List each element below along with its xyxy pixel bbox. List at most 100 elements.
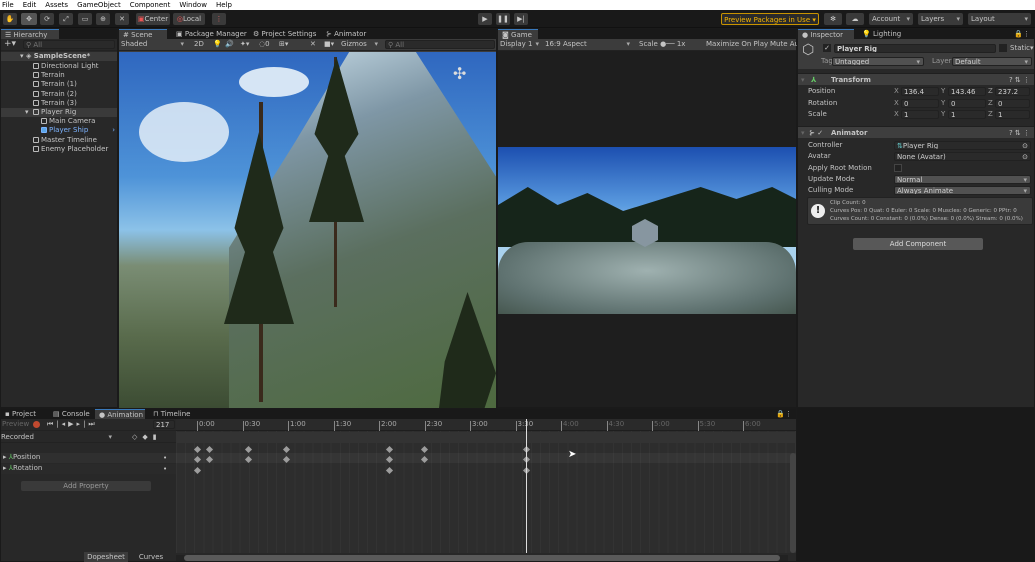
shading-dropdown[interactable]: Shaded: [121, 40, 187, 49]
keyframe-buttons[interactable]: ◇◆▮: [132, 433, 162, 442]
hand-tool-button[interactable]: ✋: [3, 13, 17, 25]
play-button[interactable]: ▶: [478, 13, 492, 25]
hierarchy-item[interactable]: Terrain (2): [1, 90, 117, 99]
keyframe-rotation[interactable]: [193, 466, 201, 475]
2d-toggle[interactable]: 2D: [194, 40, 204, 49]
transform-position-y-input[interactable]: 143.46: [948, 87, 986, 96]
aspect-dropdown[interactable]: 16:9 Aspect: [545, 40, 633, 49]
tab-project[interactable]: ▪ Project: [1, 409, 45, 419]
keyframe-summary[interactable]: [282, 445, 291, 454]
tab-game[interactable]: ◙ Game: [498, 29, 538, 39]
menu-component[interactable]: Component: [130, 0, 171, 10]
audio-toggle-icon[interactable]: 🔊: [225, 40, 234, 49]
hierarchy-item[interactable]: Terrain: [1, 71, 117, 80]
scene-orientation-gizmo[interactable]: ✣: [453, 66, 466, 82]
display-dropdown[interactable]: Display 1: [500, 40, 542, 49]
add-property-button[interactable]: Add Property: [21, 481, 151, 491]
keyframe-rotation[interactable]: [386, 466, 394, 475]
animator-header[interactable]: ▾ ⊱ ✓ Animator? ⇅ ⋮: [798, 126, 1034, 138]
transform-scale-z-input[interactable]: 1: [995, 110, 1030, 119]
menu-gameobject[interactable]: GameObject: [77, 0, 121, 10]
horizontal-scrollbar[interactable]: [176, 555, 788, 561]
expand-icon[interactable]: ▸ ⅄Position: [3, 453, 40, 462]
maximize-on-play-toggle[interactable]: Maximize On Play: [706, 40, 768, 49]
rect-tool-button[interactable]: ▭: [78, 13, 92, 25]
open-prefab-icon[interactable]: ›: [112, 126, 115, 135]
scale-slider[interactable]: Scale ●── 1x: [639, 40, 685, 49]
tab-hierarchy[interactable]: ☰ Hierarchy: [1, 29, 59, 39]
menu-help[interactable]: Help: [216, 0, 232, 10]
tab-animator[interactable]: ⊱ Animator: [322, 29, 367, 39]
expand-icon[interactable]: ▸ ⅄Rotation: [3, 464, 42, 473]
layer-dropdown[interactable]: Default: [952, 57, 1032, 66]
object-picker-icon[interactable]: ⊙: [1022, 142, 1028, 149]
hierarchy-item[interactable]: Player Ship ›: [1, 126, 117, 135]
mute-audio-toggle[interactable]: Mute Au: [770, 40, 799, 49]
step-button[interactable]: ▶|: [514, 13, 528, 25]
property-row[interactable]: ▸ ⅄Rotation •: [1, 464, 176, 474]
tab-package-manager[interactable]: ▣ Package Manager: [172, 29, 247, 39]
preview-packages-button[interactable]: Preview Packages in Use ▾: [721, 13, 819, 25]
account-dropdown[interactable]: Account: [869, 13, 913, 25]
component-menu-icon[interactable]: ? ⇅ ⋮: [1009, 127, 1030, 139]
keyframe-summary[interactable]: [245, 445, 253, 454]
tab-console[interactable]: ▤ Console: [49, 409, 91, 419]
keyframe-summary[interactable]: [205, 445, 213, 454]
rotate-tool-button[interactable]: ⟳: [40, 13, 54, 25]
keyframe-summary[interactable]: [193, 445, 201, 454]
tools-icon[interactable]: ✕: [310, 40, 316, 49]
clip-dropdown[interactable]: Recorded: [1, 433, 115, 442]
hierarchy-item[interactable]: Directional Light: [1, 62, 117, 71]
transform-rotation-x-input[interactable]: 0: [901, 98, 939, 108]
keyframe-summary[interactable]: [420, 445, 429, 454]
tab-lighting[interactable]: 💡 Lighting: [858, 29, 910, 39]
pivot-center-button[interactable]: ▣Center: [136, 13, 170, 25]
custom-tool-button[interactable]: ✕: [115, 13, 129, 25]
transform-header[interactable]: ▾ ⅄ Transform? ⇅ ⋮: [798, 73, 1034, 85]
tab-timeline[interactable]: ⊓ Timeline: [149, 409, 197, 419]
apply-root-motion-checkbox[interactable]: [894, 163, 902, 172]
tab-animation[interactable]: ● Animation: [95, 409, 145, 419]
active-checkbox[interactable]: ✓: [823, 44, 831, 52]
collab-icon[interactable]: ✻: [824, 13, 842, 25]
menu-file[interactable]: File: [2, 0, 14, 10]
static-dropdown[interactable]: Static▾: [1010, 44, 1034, 53]
transform-rotation-y-input[interactable]: 0: [948, 98, 986, 108]
playhead[interactable]: [526, 419, 528, 553]
culling-mode-dropdown[interactable]: Always Animate: [894, 186, 1031, 196]
update-mode-dropdown[interactable]: Normal: [894, 174, 1031, 184]
lock-icon[interactable]: 🔒⋮: [776, 409, 792, 419]
scene-root[interactable]: ▾ ◈ SampleScene*: [1, 52, 117, 61]
tab-project-settings[interactable]: ⚙ Project Settings: [249, 29, 317, 39]
tab-scene[interactable]: # Scene: [119, 29, 167, 39]
scale-tool-button[interactable]: ⤢: [59, 13, 73, 25]
frame-input[interactable]: 217: [153, 420, 175, 429]
pivot-local-button[interactable]: ◎Local: [173, 13, 205, 25]
transform-tool-button[interactable]: ⊕: [96, 13, 110, 25]
hierarchy-item[interactable]: ▾ Player Rig: [1, 108, 117, 117]
object-picker-icon[interactable]: ⊙: [1022, 153, 1028, 160]
move-tool-button[interactable]: ✥: [21, 13, 37, 25]
hierarchy-item[interactable]: Master Timeline: [1, 136, 117, 145]
component-menu-icon[interactable]: ? ⇅ ⋮: [1009, 74, 1030, 86]
transform-scale-x-input[interactable]: 1: [901, 110, 939, 119]
scene-search-input[interactable]: ⚲ All: [385, 40, 495, 49]
hierarchy-search-input[interactable]: ⚲ All: [23, 40, 115, 49]
record-button[interactable]: [33, 421, 40, 428]
transform-position-z-input[interactable]: 237.2: [995, 87, 1030, 96]
keyframe-summary[interactable]: [386, 445, 394, 454]
lock-icon[interactable]: 🔒⋮: [1014, 29, 1030, 39]
game-viewport[interactable]: [498, 147, 796, 314]
scene-viewport[interactable]: ✣: [119, 52, 496, 408]
dopesheet-tab[interactable]: Dopesheet: [84, 552, 128, 562]
hidden-objects-toggle[interactable]: ◌0: [259, 40, 270, 49]
time-ruler[interactable]: 0:000:301:001:302:002:303:003:304:004:30…: [176, 419, 796, 431]
grid-dropdown-icon[interactable]: ⊞▾: [279, 40, 288, 49]
tag-dropdown[interactable]: Untagged: [832, 57, 924, 66]
gizmos-dropdown[interactable]: Gizmos: [341, 40, 381, 49]
controller-field[interactable]: ⇅Player Rig ⊙: [894, 141, 1031, 150]
transform-position-x-input[interactable]: 136.4: [901, 87, 939, 96]
hierarchy-item[interactable]: Enemy Placeholder: [1, 145, 117, 154]
transform-rotation-z-input[interactable]: 0: [995, 98, 1030, 108]
hierarchy-item[interactable]: Main Camera: [1, 117, 117, 126]
